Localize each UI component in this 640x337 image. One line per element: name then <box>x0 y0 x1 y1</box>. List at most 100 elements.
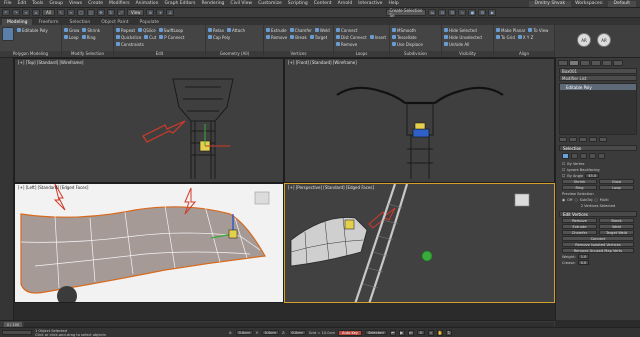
menu-item-arnold[interactable]: Arnold <box>338 1 353 6</box>
ribbon-button-shrink[interactable]: Shrink <box>82 27 100 33</box>
ribbon-group-label[interactable]: Polygon Modeling <box>0 51 61 57</box>
material-editor-icon[interactable]: ● <box>468 9 477 16</box>
modify-tab-icon[interactable] <box>569 60 579 66</box>
orbit-icon[interactable]: ↻ <box>445 329 452 336</box>
layer-icon[interactable]: ☰ <box>448 9 457 16</box>
configure-sets-icon[interactable] <box>599 137 607 142</box>
motion-tab-icon[interactable] <box>591 60 601 66</box>
shrink-button[interactable]: Shrink <box>562 179 597 184</box>
ribbon-button-x-y-z[interactable]: X Y Z <box>517 34 533 40</box>
viewport-top[interactable]: [+] [Top] [Standard] [Wireframe] <box>14 58 284 183</box>
ribbon-group-label[interactable]: Subdivision <box>390 51 441 57</box>
hierarchy-tab-icon[interactable] <box>580 60 590 66</box>
ribbon-button-msmooth[interactable]: MSmooth <box>392 27 416 33</box>
weight-spinner[interactable]: 1.0 <box>577 254 590 259</box>
render-icon[interactable]: ▶ <box>488 9 497 16</box>
pin-stack-icon[interactable] <box>559 137 567 142</box>
mode-badge-2[interactable]: AR <box>597 33 611 47</box>
ribbon-button-dist-connect[interactable]: Dist Connect <box>336 34 367 40</box>
rotate-icon[interactable]: ↻ <box>106 9 115 16</box>
create-tab-icon[interactable] <box>558 60 568 66</box>
go-to-end-icon[interactable]: ⏭ <box>407 329 414 336</box>
ribbon-button-unhide-all[interactable]: Unhide All <box>444 41 469 47</box>
ribbon-button-to-view[interactable]: To View <box>528 27 548 33</box>
ignore-backfacing-row[interactable]: ☐ Ignore Backfacing <box>562 167 634 172</box>
edit-poly-mode-icon[interactable] <box>2 27 14 41</box>
remove-button[interactable]: Remove <box>562 218 597 223</box>
snap-icon[interactable]: ⌖ <box>156 9 165 16</box>
auto-key-button[interactable]: Auto Key <box>338 329 363 336</box>
ribbon-button-insert[interactable]: Insert <box>369 34 386 40</box>
show-end-result-icon[interactable] <box>569 137 577 142</box>
vertex-level-icon[interactable] <box>562 153 569 159</box>
crease-spinner[interactable]: 0.0 <box>577 260 590 265</box>
make-unique-icon[interactable] <box>579 137 587 142</box>
menu-item-group[interactable]: Group <box>49 1 63 6</box>
ribbon-button-hide-unselected[interactable]: Hide Unselected <box>444 34 482 40</box>
ribbon-button-hide-selected[interactable]: Hide Selected <box>444 27 477 33</box>
unlink-icon[interactable]: ≠ <box>32 9 40 16</box>
utilities-tab-icon[interactable] <box>613 60 623 66</box>
render-setup-icon[interactable]: ⚙ <box>478 9 487 16</box>
viewport-perspective[interactable]: [+] [Perspective] [Standard] [Edged Face… <box>284 183 555 303</box>
ribbon-button-cut[interactable]: Cut <box>144 34 156 40</box>
menu-item-views[interactable]: Views <box>69 1 82 6</box>
radio-multi[interactable]: ○ <box>595 198 598 202</box>
ribbon-button-loop[interactable]: Loop <box>64 34 79 40</box>
menu-item-civil-view[interactable]: Civil View <box>230 1 252 6</box>
ribbon-button-cap-poly[interactable]: Cap Poly <box>208 34 230 40</box>
ribbon-button-quickslice[interactable]: Quickslice <box>116 34 141 40</box>
pivot-icon[interactable]: ⊕ <box>146 9 155 16</box>
user-account[interactable]: Dmitry Shvak <box>528 0 572 7</box>
mode-badge-1[interactable]: AR <box>577 33 591 47</box>
maxscript-listener[interactable] <box>2 330 32 335</box>
y-coord-field[interactable]: 0.0cm <box>261 330 279 335</box>
menu-item-animation[interactable]: Animation <box>136 1 159 6</box>
ribbon-button-repeat[interactable]: Repeat <box>116 27 135 33</box>
ribbon-button-extrude[interactable]: Extrude <box>266 27 287 33</box>
ribbon-group-label[interactable]: Visibility <box>442 51 493 57</box>
x-coord-field[interactable]: 0.0cm <box>235 330 253 335</box>
grow-button[interactable]: Grow <box>599 179 634 184</box>
curve-editor-icon[interactable]: ∿ <box>458 9 467 16</box>
ribbon-button-grow[interactable]: Grow <box>64 27 79 33</box>
window-crossing-icon[interactable]: ◫ <box>86 9 95 16</box>
ribbon-group-label[interactable]: Edit <box>114 51 205 57</box>
redo-icon[interactable]: ↷ <box>12 9 20 16</box>
menu-item-customize[interactable]: Customize <box>258 1 282 6</box>
radio-off[interactable]: ◉ <box>562 198 565 202</box>
menu-item-modifiers[interactable]: Modifiers <box>109 1 130 6</box>
target-weld-button[interactable]: Target Weld <box>599 230 634 235</box>
z-coord-field[interactable]: 0.0cm <box>288 330 306 335</box>
ring-button[interactable]: Ring <box>562 185 597 190</box>
border-level-icon[interactable] <box>580 153 587 159</box>
pan-icon[interactable]: ✋ <box>436 329 443 336</box>
element-level-icon[interactable] <box>598 153 605 159</box>
menu-item-graph-editors[interactable]: Graph Editors <box>165 1 196 6</box>
modifier-stack-item[interactable]: Editable Poly <box>560 84 636 90</box>
ribbon-button-qslice[interactable]: QSlice <box>138 27 156 33</box>
reference-coord-dropdown[interactable]: View <box>126 9 145 16</box>
break-button[interactable]: Break <box>599 218 634 223</box>
ribbon-button-remove[interactable]: Remove <box>336 41 357 47</box>
move-icon[interactable]: ✥ <box>96 9 105 16</box>
ribbon-button-editable-poly[interactable]: Editable Poly <box>17 27 48 33</box>
ribbon-button-weld[interactable]: Weld <box>314 27 330 33</box>
key-set-dropdown[interactable]: Selected <box>365 330 387 335</box>
ribbon-group-label[interactable]: Vertices <box>264 51 333 57</box>
connect-button[interactable]: Connect <box>562 236 634 241</box>
time-slider[interactable]: 0 / 100 <box>0 320 555 327</box>
menu-item-content[interactable]: Content <box>314 1 332 6</box>
remove-isolated-button[interactable]: Remove Isolated Vertices <box>562 242 634 247</box>
mirror-icon[interactable]: ⇋ <box>428 9 437 16</box>
viewport-front[interactable]: [+] [Front] [Standard] [Wireframe] <box>284 58 555 183</box>
polygon-level-icon[interactable] <box>589 153 596 159</box>
ribbon-button-attach[interactable]: Attach <box>227 27 245 33</box>
menu-item-edit[interactable]: Edit <box>18 1 27 6</box>
ribbon-button-ring[interactable]: Ring <box>81 34 96 40</box>
ribbon-button-chamfer[interactable]: Chamfer <box>289 27 312 33</box>
viewport-front-label[interactable]: [+] [Front] [Standard] [Wireframe] <box>288 60 357 65</box>
ribbon-group-label[interactable]: Loops <box>334 51 389 57</box>
ribbon-button-make-planar[interactable]: Make Planar <box>496 27 525 33</box>
menu-item-scripting[interactable]: Scripting <box>288 1 308 6</box>
